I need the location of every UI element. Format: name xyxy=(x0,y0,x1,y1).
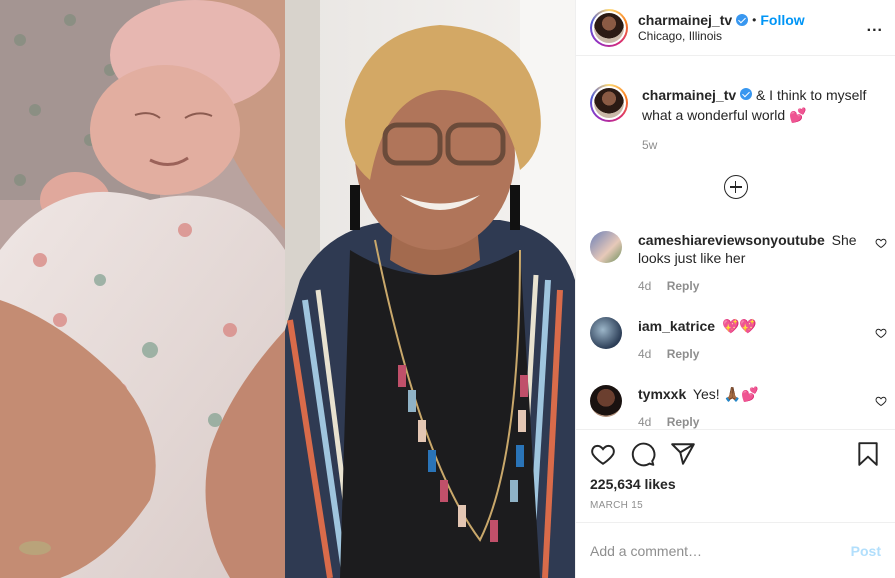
post-date[interactable]: MARCH 15 xyxy=(590,500,881,511)
caption-username[interactable]: charmainej_tv xyxy=(642,87,736,103)
comment-username[interactable]: iam_katrice xyxy=(638,318,715,334)
post-location[interactable]: Chicago, Illinois xyxy=(638,28,805,44)
comment-like-heart-icon[interactable] xyxy=(875,327,887,339)
bookmark-icon[interactable] xyxy=(855,441,881,467)
photo-collage xyxy=(0,0,575,578)
comment-icon[interactable] xyxy=(630,441,656,467)
load-more-comments-icon[interactable] xyxy=(723,175,748,199)
post-header: charmainej_tv • Follow Chicago, Illinois… xyxy=(576,0,895,56)
comments-scroll-area[interactable]: charmainej_tv & I think to myself what a… xyxy=(576,57,895,429)
comment-item: tymxxk Yes! 🙏🏾💕 4d Reply xyxy=(576,385,895,429)
follow-button[interactable]: Follow xyxy=(760,12,804,28)
comment-text: 💖💖 xyxy=(721,318,757,334)
reply-button[interactable]: Reply xyxy=(667,279,700,293)
add-comment-input[interactable] xyxy=(590,542,851,559)
verified-badge-icon xyxy=(740,88,753,100)
share-icon[interactable] xyxy=(670,441,696,467)
comment-age[interactable]: 4d xyxy=(638,279,651,293)
heart-icon[interactable] xyxy=(590,441,616,467)
add-comment-bar: Post xyxy=(576,522,895,578)
like-count[interactable]: 225,634 likes xyxy=(590,476,881,492)
post-caption: charmainej_tv & I think to myself what a… xyxy=(576,57,895,155)
comment-avatar[interactable] xyxy=(590,385,622,417)
verified-badge-icon xyxy=(736,13,749,26)
comment-text: Yes! 🙏🏾💕 xyxy=(692,386,759,402)
comment-item: cameshiareviewsonyoutube She looks just … xyxy=(576,231,895,295)
reply-button[interactable]: Reply xyxy=(667,347,700,361)
comment-avatar[interactable] xyxy=(590,231,622,263)
comment-age[interactable]: 4d xyxy=(638,347,651,361)
reply-button[interactable]: Reply xyxy=(667,415,700,429)
author-username[interactable]: charmainej_tv xyxy=(638,12,732,28)
caption-author-avatar[interactable] xyxy=(590,84,628,122)
woman-photo xyxy=(285,0,575,578)
comment-age[interactable]: 4d xyxy=(638,415,651,429)
more-options-icon[interactable]: ... xyxy=(867,18,883,36)
comment-item: iam_katrice 💖💖 4d Reply xyxy=(576,317,895,363)
comment-username[interactable]: cameshiareviewsonyoutube xyxy=(638,232,825,248)
post-photo[interactable] xyxy=(0,0,575,578)
comment-avatar[interactable] xyxy=(590,317,622,349)
author-avatar[interactable] xyxy=(590,8,628,47)
caption-age[interactable]: 5w xyxy=(642,135,881,155)
baby-photo xyxy=(0,0,285,578)
post-comment-button[interactable]: Post xyxy=(851,543,881,559)
post-actions: 225,634 likes MARCH 15 xyxy=(576,429,895,511)
comment-username[interactable]: tymxxk xyxy=(638,386,686,402)
comment-like-heart-icon[interactable] xyxy=(875,395,887,407)
post-side-panel: charmainej_tv • Follow Chicago, Illinois… xyxy=(575,0,895,578)
separator-dot: • xyxy=(752,12,757,27)
comment-like-heart-icon[interactable] xyxy=(875,237,887,249)
